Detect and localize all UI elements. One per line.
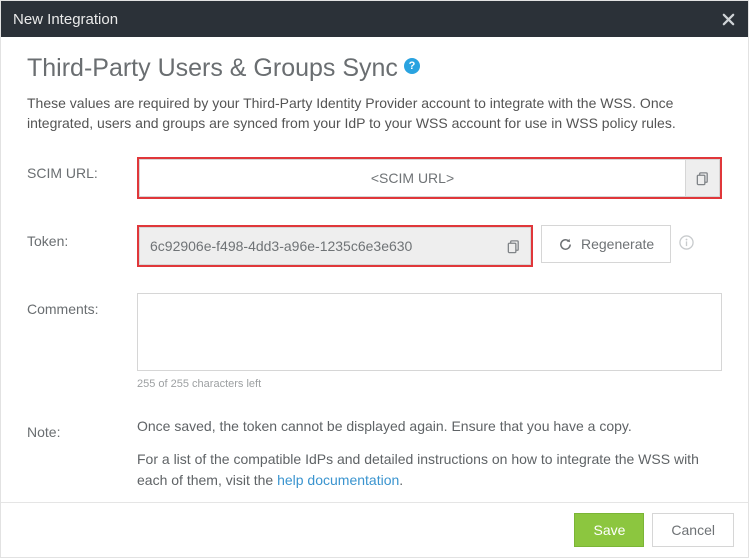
titlebar: New Integration: [1, 1, 748, 37]
cancel-button[interactable]: Cancel: [652, 513, 734, 547]
regenerate-button[interactable]: Regenerate: [541, 225, 671, 263]
comments-label: Comments:: [27, 293, 137, 317]
comments-char-counter: 255 of 255 characters left: [137, 378, 722, 390]
comments-textarea[interactable]: [137, 293, 722, 371]
token-label: Token:: [27, 225, 137, 249]
regenerate-label: Regenerate: [581, 236, 654, 252]
row-note: Note: Once saved, the token cannot be di…: [27, 416, 722, 502]
row-token: Token: Regene: [27, 225, 722, 267]
copy-icon: [506, 239, 521, 254]
copy-scim-url-button[interactable]: [685, 160, 719, 196]
help-icon[interactable]: ?: [404, 58, 420, 74]
copy-token-button[interactable]: [496, 228, 530, 264]
help-documentation-link[interactable]: help documentation: [277, 472, 399, 488]
refresh-icon: [558, 237, 573, 252]
dialog-footer: Save Cancel: [1, 502, 748, 557]
note-line-2-pre: For a list of the compatible IdPs and de…: [137, 451, 699, 488]
close-icon[interactable]: [721, 12, 736, 27]
new-integration-dialog: New Integration Third-Party Users & Grou…: [0, 0, 749, 558]
token-field[interactable]: [140, 228, 496, 264]
note-label: Note:: [27, 416, 137, 440]
info-icon[interactable]: [679, 225, 694, 250]
note-line-1: Once saved, the token cannot be displaye…: [137, 416, 722, 437]
note-line-2: For a list of the compatible IdPs and de…: [137, 449, 722, 491]
dialog-title: New Integration: [13, 11, 721, 28]
copy-icon: [695, 171, 710, 186]
note-line-2-post: .: [399, 472, 403, 488]
scim-url-label: SCIM URL:: [27, 157, 137, 181]
dialog-body: Third-Party Users & Groups Sync ? These …: [1, 37, 748, 502]
save-button[interactable]: Save: [574, 513, 644, 547]
row-comments: Comments: 255 of 255 characters left: [27, 293, 722, 390]
intro-text: These values are required by your Third-…: [27, 93, 722, 134]
scim-url-field[interactable]: [140, 160, 685, 196]
row-scim-url: SCIM URL:: [27, 157, 722, 199]
page-heading: Third-Party Users & Groups Sync: [27, 55, 398, 83]
